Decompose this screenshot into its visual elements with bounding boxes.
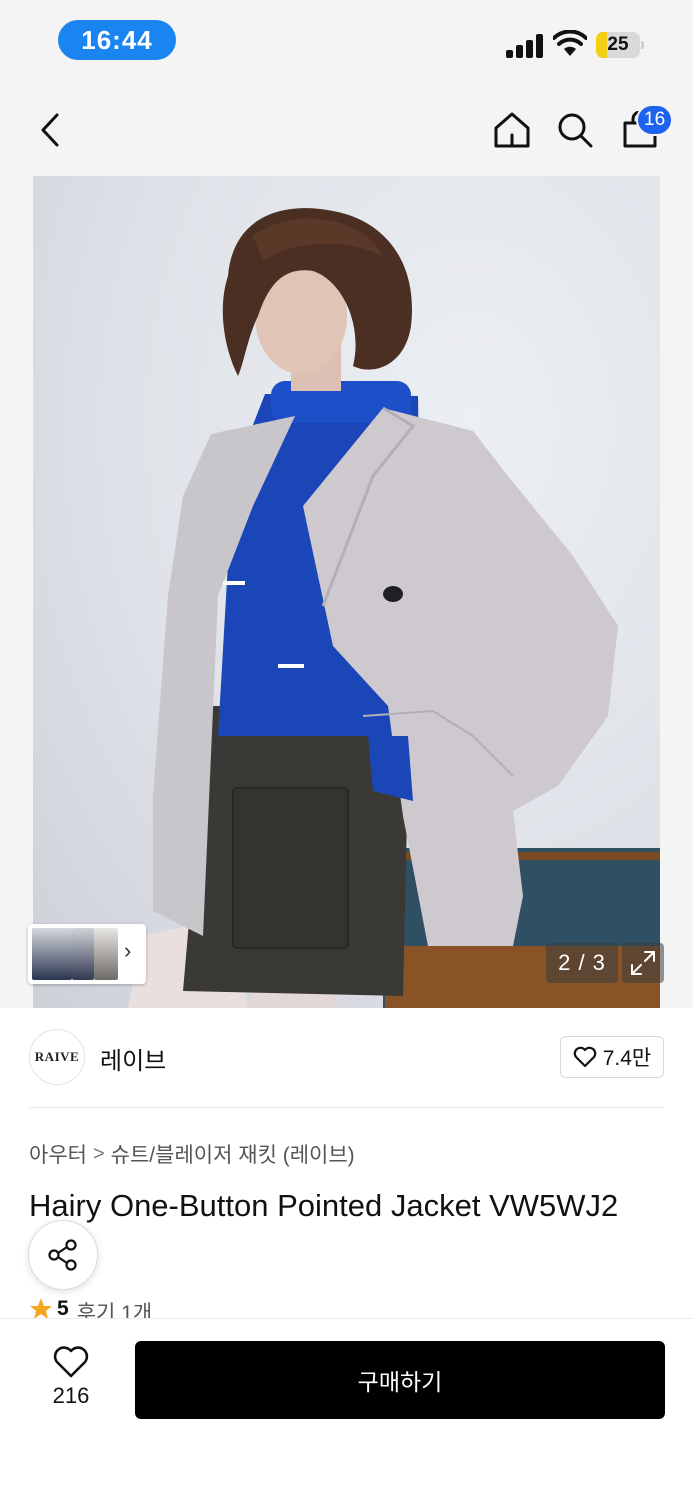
product-photo[interactable]: [33, 176, 660, 1008]
search-icon: [558, 113, 593, 148]
thumbnail-1[interactable]: [32, 928, 72, 980]
battery-icon: 25: [596, 32, 644, 58]
thumbnail-2[interactable]: [72, 928, 94, 980]
chevron-left-icon: [41, 113, 59, 147]
product-like-count: 216: [52, 1383, 90, 1408]
brand-like-button[interactable]: 7.4만: [560, 1036, 664, 1078]
image-counter: 2 / 3: [546, 943, 618, 983]
fullscreen-button[interactable]: [622, 943, 664, 983]
bottom-action-bar: 216 구매하기: [0, 1318, 693, 1500]
home-icon: [494, 112, 530, 148]
product-title: Hairy One-Button Pointed Jacket VW5WJ2 c…: [29, 1188, 619, 1266]
back-button[interactable]: [28, 106, 72, 154]
status-time[interactable]: 16:44: [58, 20, 176, 60]
product-gallery[interactable]: › 2 / 3: [0, 176, 693, 1008]
image-thumbnail-strip[interactable]: ›: [28, 924, 146, 984]
wifi-icon: [553, 30, 587, 56]
breadcrumb-suit-blazer[interactable]: 슈트/블레이저 재킷 (레이브): [111, 1139, 355, 1169]
expand-icon: [631, 951, 655, 975]
cart-count-badge: 16: [636, 104, 674, 136]
status-bar: 16:44 25: [0, 0, 693, 86]
divider: [29, 1107, 664, 1108]
share-button[interactable]: [28, 1220, 98, 1290]
buy-button[interactable]: 구매하기: [135, 1341, 665, 1419]
top-nav-bar: [0, 86, 693, 176]
search-button[interactable]: [553, 106, 597, 154]
chevron-right-icon: ›: [124, 938, 132, 963]
brand-name[interactable]: 레이브: [100, 1041, 166, 1076]
thumbnail-3[interactable]: [94, 928, 118, 980]
brand-logo[interactable]: RAIVE: [29, 1029, 85, 1085]
breadcrumb-separator: >: [92, 1142, 105, 1165]
breadcrumb: 아우터 > 슈트/블레이저 재킷 (레이브): [29, 1139, 355, 1169]
heart-icon: [573, 1046, 597, 1068]
home-button[interactable]: [490, 106, 534, 154]
breadcrumb-outer[interactable]: 아우터: [29, 1139, 87, 1169]
cellular-signal-icon: [506, 34, 544, 58]
heart-icon: [53, 1346, 89, 1378]
brand-like-count: 7.4만: [602, 1047, 652, 1070]
product-like-button[interactable]: 216: [36, 1345, 106, 1425]
battery-level: 25: [607, 34, 629, 55]
share-icon: [48, 1239, 77, 1271]
model-wearing-jacket-image: [128, 208, 660, 1008]
